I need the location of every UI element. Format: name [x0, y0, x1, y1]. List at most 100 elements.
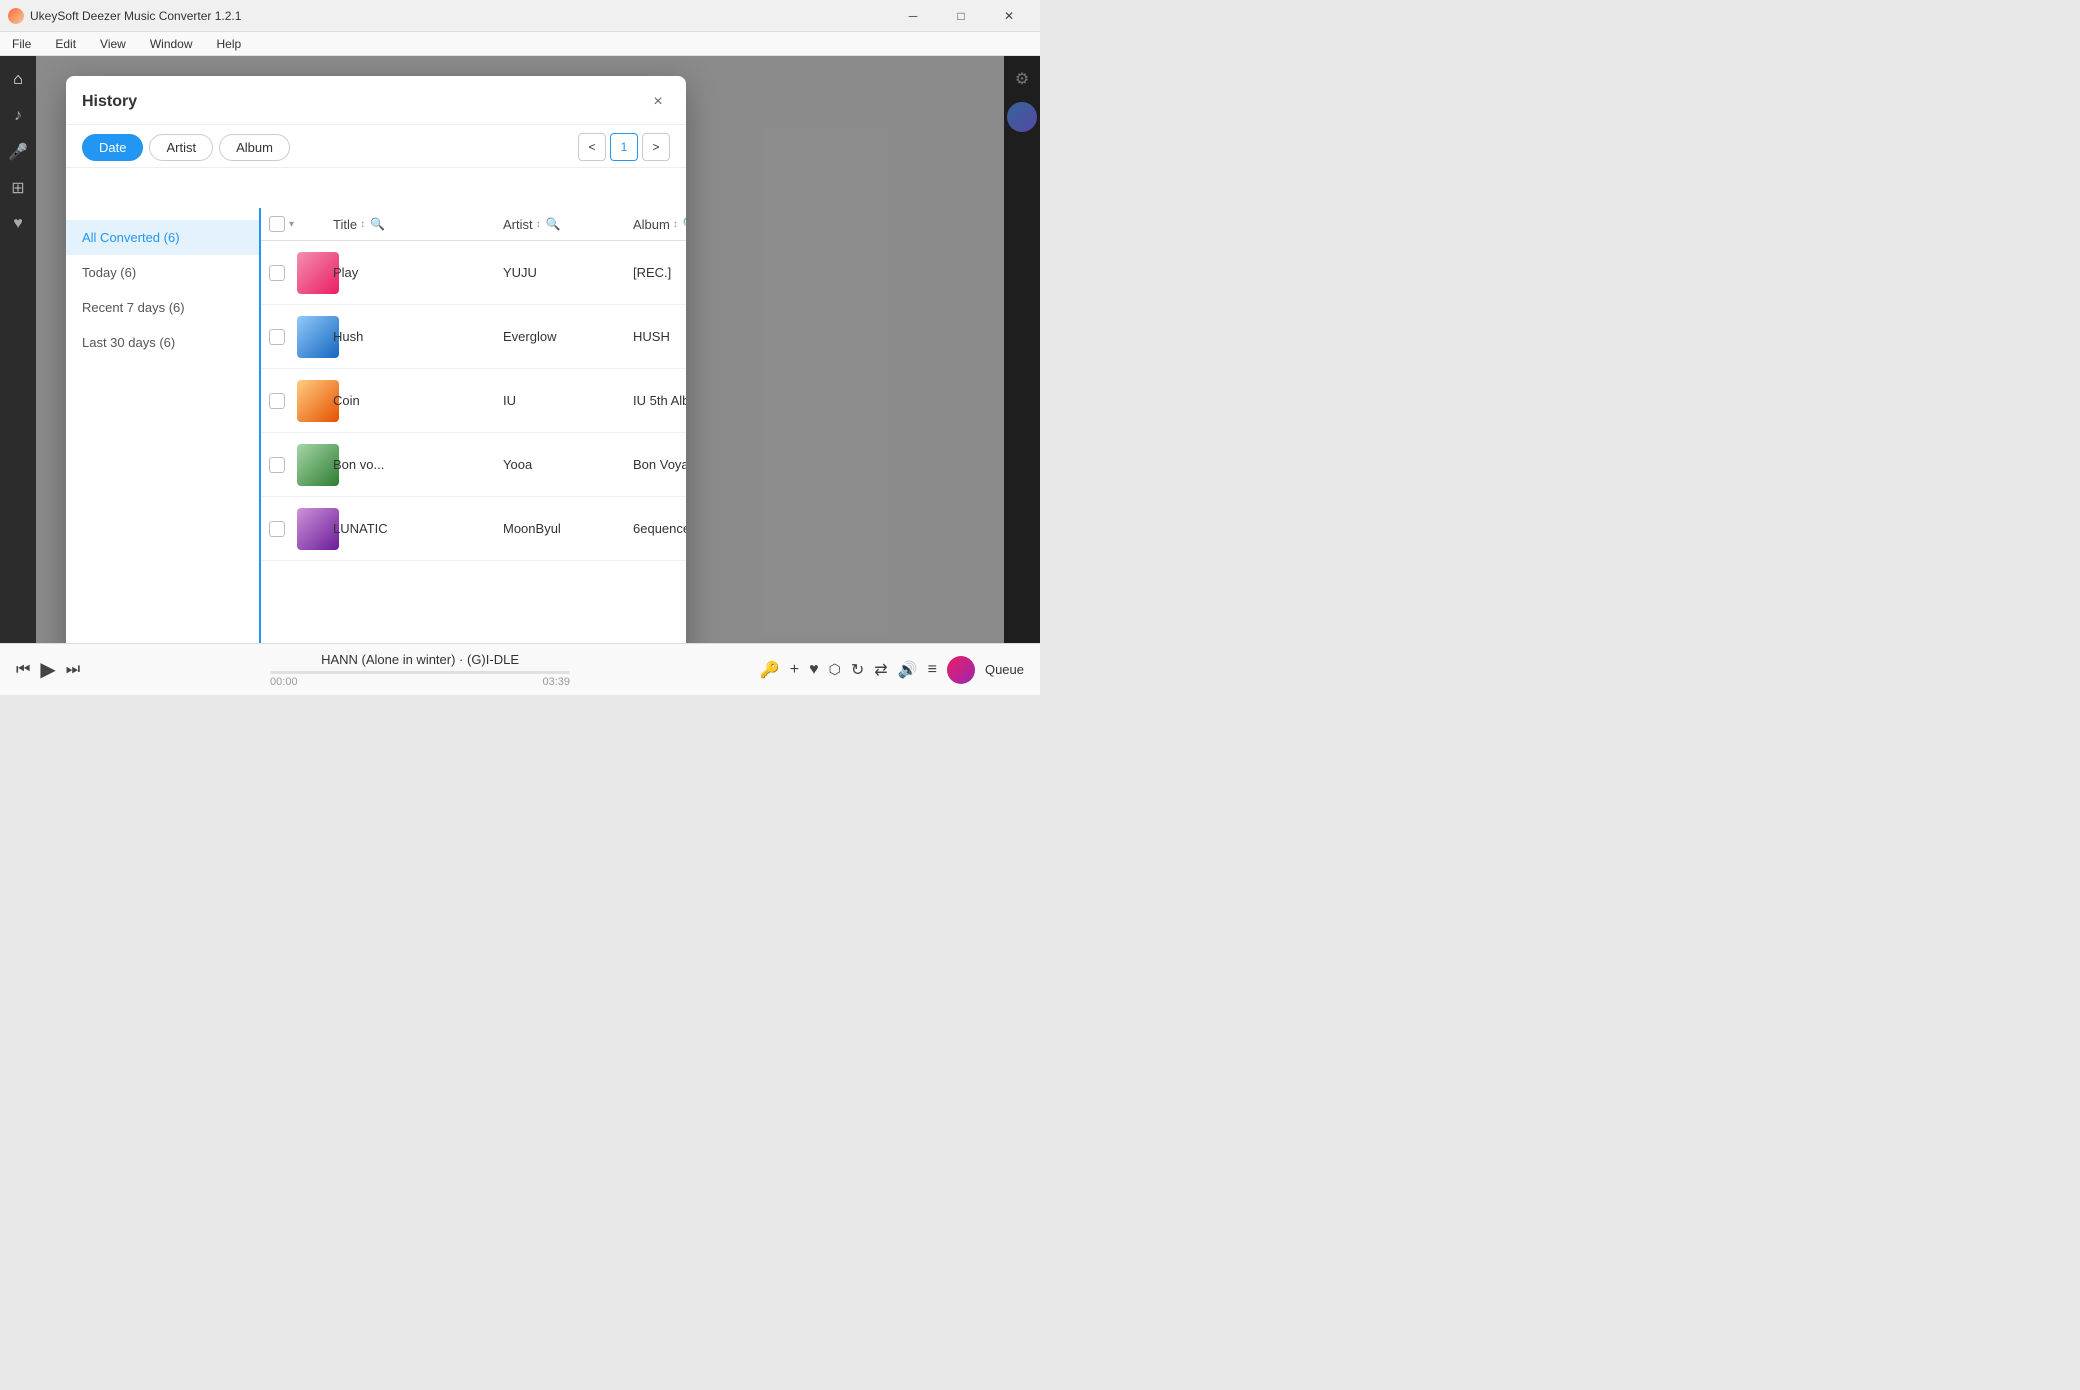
sidebar-item-favorites[interactable]: ♥	[2, 208, 34, 240]
row-checkbox-3[interactable]	[269, 457, 285, 473]
sidebar: ⌂ ♪ 🎤 ⊞ ♥	[0, 56, 36, 643]
nav-item-today[interactable]: Today (6)	[66, 255, 259, 290]
row-checkbox-0[interactable]	[269, 265, 285, 281]
app-skip-prev-button[interactable]: ⏮	[16, 661, 30, 679]
menu-help[interactable]: Help	[213, 35, 246, 53]
row-artist-3: Yooa	[503, 457, 633, 472]
sidebar-item-music[interactable]: ♪	[2, 100, 34, 132]
maximize-button[interactable]: □	[938, 0, 984, 32]
row-title-1: Hush	[333, 329, 503, 344]
menu-bar: File Edit View Window Help	[0, 32, 1040, 56]
page-next-button[interactable]: >	[642, 133, 670, 161]
progress-bar[interactable]	[270, 671, 570, 674]
row-album-1: HUSH	[633, 329, 686, 344]
row-checkbox-4[interactable]	[269, 521, 285, 537]
filter-tabs: Date Artist Album	[82, 134, 290, 161]
track-time-end: 03:39	[543, 676, 571, 688]
page-current-button[interactable]: 1	[610, 133, 638, 161]
window-controls: ─ □ ✕	[890, 0, 1032, 32]
row-checkbox-1[interactable]	[269, 329, 285, 345]
main-area: ⚙ History × Date Artist Album < 1	[36, 56, 1040, 643]
row-title-3: Bon vo...	[333, 457, 503, 472]
app-key-button[interactable]: 🔑	[760, 660, 780, 680]
queue-label: Queue	[985, 662, 1024, 677]
title-search-icon[interactable]: 🔍	[370, 217, 385, 231]
menu-edit[interactable]: Edit	[51, 35, 80, 53]
sidebar-item-home[interactable]: ⌂	[2, 64, 34, 96]
minimize-button[interactable]: ─	[890, 0, 936, 32]
app-volume-button[interactable]: 🔊	[898, 660, 918, 680]
dialog-body: All Converted (6) Today (6) Recent 7 day…	[66, 168, 686, 643]
nav-item-all-converted[interactable]: All Converted (6)	[66, 220, 259, 255]
header-checkbox-area: ▾	[269, 216, 297, 232]
title-bar: UkeySoft Deezer Music Converter 1.2.1 ─ …	[0, 0, 1040, 32]
dialog-close-button[interactable]: ×	[646, 90, 670, 114]
album-sort-icon[interactable]: ↕	[673, 219, 678, 230]
app-player-bar: ⏮ ▶ ⏭ HANN (Alone in winter) · (G)I-DLE …	[0, 643, 1040, 695]
header-chevron-icon: ▾	[289, 219, 294, 230]
app-repeat-button[interactable]: ↻	[851, 660, 864, 680]
row-artist-4: MoonByul	[503, 521, 633, 536]
app-cast-button[interactable]: ⬡	[829, 661, 841, 678]
artist-search-icon[interactable]: 🔍	[546, 217, 561, 231]
row-album-0: [REC.]	[633, 265, 686, 280]
track-info: HANN (Alone in winter) · (G)I-DLE 00:00 …	[92, 652, 748, 688]
table-row: Bon vo... Yooa Bon Voyage 00:03:39 ▶ 📁 🗑	[261, 433, 686, 497]
history-nav: All Converted (6) Today (6) Recent 7 day…	[66, 208, 261, 643]
app-equalizer-button[interactable]: ≡	[928, 661, 937, 679]
row-artist-2: IU	[503, 393, 633, 408]
menu-window[interactable]: Window	[146, 35, 197, 53]
row-title-0: Play	[333, 265, 503, 280]
app-icon	[8, 8, 24, 24]
close-button[interactable]: ✕	[986, 0, 1032, 32]
app-title: UkeySoft Deezer Music Converter 1.2.1	[30, 9, 890, 23]
filter-pagination-row: Date Artist Album < 1 >	[66, 125, 686, 168]
filter-album-button[interactable]: Album	[219, 134, 290, 161]
album-search-icon[interactable]: 🔍	[683, 217, 686, 231]
sidebar-item-grid[interactable]: ⊞	[2, 172, 34, 204]
row-artist-1: Everglow	[503, 329, 633, 344]
app-shuffle-button[interactable]: ⇄	[874, 660, 887, 680]
app-play-button[interactable]: ▶	[40, 657, 55, 682]
app-skip-next-button[interactable]: ⏭	[66, 661, 80, 679]
nav-item-last-30[interactable]: Last 30 days (6)	[66, 325, 259, 360]
row-title-4: LUNATIC	[333, 521, 503, 536]
title-sort-icon[interactable]: ↕	[360, 219, 365, 230]
app-plus-button[interactable]: +	[790, 661, 799, 679]
sidebar-item-mic[interactable]: 🎤	[2, 136, 34, 168]
app-player-controls: ⏮ ▶ ⏭	[16, 657, 80, 682]
nav-item-recent-7[interactable]: Recent 7 days (6)	[66, 290, 259, 325]
dialog-title: History	[82, 93, 137, 111]
table-section: ▾ Title ↕ 🔍 Artist ↕ 🔍	[261, 208, 686, 643]
row-title-2: Coin	[333, 393, 503, 408]
track-time-start: 00:00	[270, 676, 298, 688]
table-body: Play YUJU [REC.] 00:03:21 ▶ 📁 🗑	[261, 241, 686, 643]
track-name: HANN (Alone in winter) · (G)I-DLE	[321, 652, 519, 667]
history-dialog: History × Date Artist Album < 1 >	[66, 76, 686, 643]
row-album-4: 6equence	[633, 521, 686, 536]
row-album-3: Bon Voyage	[633, 457, 686, 472]
app-heart-button[interactable]: ♥	[809, 661, 819, 679]
table-row: Hush Everglow HUSH 00:02:44 ▶ 📁 🗑	[261, 305, 686, 369]
pagination: < 1 >	[578, 133, 670, 161]
column-header-album: Album ↕ 🔍	[633, 217, 686, 232]
app-body: ⌂ ♪ 🎤 ⊞ ♥ ⚙ History × Date Artist	[0, 56, 1040, 643]
row-checkbox-2[interactable]	[269, 393, 285, 409]
dialog-header: History ×	[66, 76, 686, 125]
time-labels: 00:00 03:39	[270, 676, 570, 688]
table-row: LUNATIC MoonByul 6equence 00:03:25 ▶ 📁 🗑	[261, 497, 686, 561]
table-row: Play YUJU [REC.] 00:03:21 ▶ 📁 🗑	[261, 241, 686, 305]
row-artist-0: YUJU	[503, 265, 633, 280]
table-header: ▾ Title ↕ 🔍 Artist ↕ 🔍	[261, 208, 686, 241]
filter-artist-button[interactable]: Artist	[149, 134, 213, 161]
row-album-2: IU 5th Album 'LI...	[633, 393, 686, 408]
menu-file[interactable]: File	[8, 35, 35, 53]
menu-view[interactable]: View	[96, 35, 130, 53]
queue-button[interactable]: Queue	[985, 662, 1024, 677]
page-prev-button[interactable]: <	[578, 133, 606, 161]
select-all-checkbox[interactable]	[269, 216, 285, 232]
app-right-controls: 🔑 + ♥ ⬡ ↻ ⇄ 🔊 ≡ Queue	[760, 656, 1024, 684]
artist-sort-icon[interactable]: ↕	[536, 219, 541, 230]
column-header-title: Title ↕ 🔍	[333, 217, 503, 232]
filter-date-button[interactable]: Date	[82, 134, 143, 161]
